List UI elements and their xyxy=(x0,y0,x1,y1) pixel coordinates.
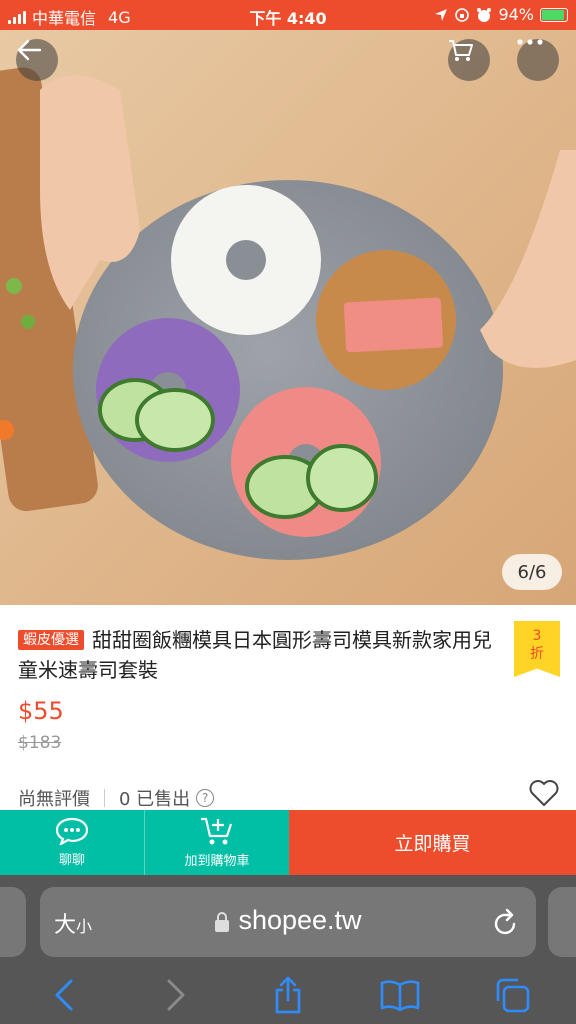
url-display[interactable]: shopee.tw xyxy=(40,905,536,936)
product-info: 蝦皮優選 甜甜圈飯糰模具日本圓形壽司模具新款家用兒童米速壽司套裝 3 折 $55 … xyxy=(0,605,576,810)
chat-button[interactable]: 聊聊 xyxy=(0,810,145,875)
product-photo xyxy=(0,30,576,605)
tabs-icon xyxy=(496,978,530,1012)
alarm-icon xyxy=(477,7,492,22)
reload-icon xyxy=(494,908,516,935)
heart-icon xyxy=(529,780,559,806)
bottom-action-bar: 聊聊 加到購物車 立即購買 xyxy=(0,810,576,875)
url-text: shopee.tw xyxy=(238,905,362,935)
browser-chrome: 大小 shopee.tw xyxy=(0,875,576,1024)
stats-divider xyxy=(104,789,105,807)
bookmarks-button[interactable] xyxy=(370,975,430,1015)
add-to-cart-button[interactable]: 加到購物車 xyxy=(145,810,289,875)
browser-forward-button[interactable] xyxy=(146,975,206,1015)
shopping-cart-icon xyxy=(449,40,473,61)
product-price: $55 xyxy=(18,697,64,725)
rotation-lock-icon xyxy=(455,7,470,22)
arrow-left-icon xyxy=(17,39,42,61)
product-image-gallery[interactable]: 6/6 xyxy=(0,30,576,605)
sold-count: 0 已售出 xyxy=(119,789,191,810)
discount-unit: 折 xyxy=(530,646,544,662)
product-stats: 尚無評價 0 已售出 ? xyxy=(18,785,215,811)
status-right: 94% xyxy=(434,5,568,24)
more-options-button[interactable] xyxy=(517,39,559,81)
chevron-left-icon xyxy=(55,979,73,1010)
address-bar[interactable]: 大小 shopee.tw xyxy=(40,887,536,957)
previous-tab-preview[interactable] xyxy=(0,887,26,957)
chat-bubble-icon xyxy=(55,817,89,845)
tabs-button[interactable] xyxy=(482,975,542,1015)
status-bar: 中華電信 4G 下午 4:40 94% xyxy=(0,0,576,30)
discount-number: 3 xyxy=(532,628,542,644)
image-counter: 6/6 xyxy=(502,554,562,590)
book-icon xyxy=(380,979,420,1011)
browser-toolbar xyxy=(0,965,576,1024)
buy-now-button[interactable]: 立即購買 xyxy=(289,810,576,875)
chevron-right-icon xyxy=(167,979,185,1010)
share-button[interactable] xyxy=(258,975,318,1015)
share-icon xyxy=(275,976,301,1013)
battery-percent: 94% xyxy=(498,5,534,24)
battery-icon xyxy=(540,7,568,22)
back-button[interactable] xyxy=(16,39,58,81)
lock-icon xyxy=(215,911,230,932)
chat-label: 聊聊 xyxy=(58,853,85,868)
browser-back-button[interactable] xyxy=(34,975,94,1015)
next-tab-preview[interactable] xyxy=(548,887,576,957)
product-title-row: 蝦皮優選 甜甜圈飯糰模具日本圓形壽司模具新款家用兒童米速壽司套裝 xyxy=(18,625,498,685)
like-button[interactable] xyxy=(528,779,560,811)
product-title: 甜甜圈飯糰模具日本圓形壽司模具新款家用兒童米速壽司套裝 xyxy=(18,628,492,682)
preferred-badge: 蝦皮優選 xyxy=(18,630,84,650)
more-horizontal-icon xyxy=(517,39,543,45)
reload-button[interactable] xyxy=(492,907,520,941)
add-cart-icon xyxy=(201,817,233,845)
original-price: $183 xyxy=(18,733,62,753)
add-cart-label: 加到購物車 xyxy=(184,854,250,869)
rating-text: 尚無評價 xyxy=(18,789,90,810)
cart-button[interactable] xyxy=(448,39,490,81)
location-arrow-icon xyxy=(435,8,448,21)
help-icon[interactable]: ? xyxy=(196,789,215,807)
discount-badge: 3 折 xyxy=(514,621,560,677)
